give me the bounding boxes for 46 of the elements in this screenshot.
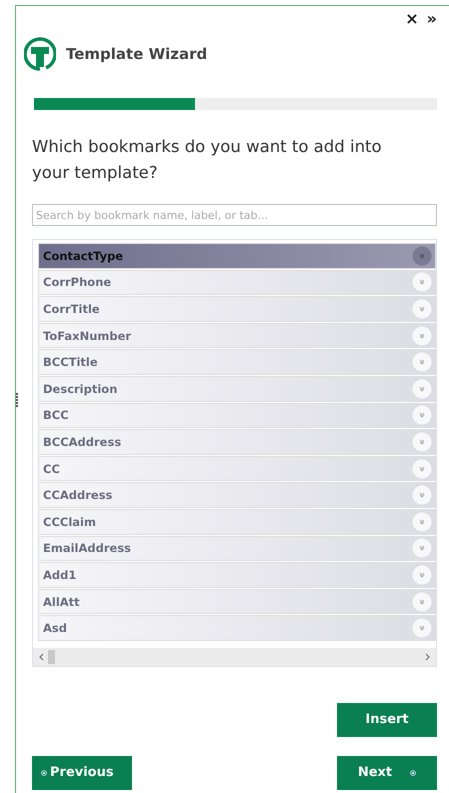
expand-icon[interactable] xyxy=(412,618,432,638)
bookmark-row[interactable]: Asd xyxy=(38,615,436,641)
close-button[interactable]: × xyxy=(405,10,419,28)
bookmark-row[interactable]: CorrTitle xyxy=(38,296,436,322)
bookmark-row[interactable]: BCC xyxy=(38,402,436,428)
scroll-right-icon[interactable] xyxy=(425,652,430,661)
bookmark-row[interactable]: CCAddress xyxy=(38,482,436,508)
search-field[interactable]: Search by bookmark name, label, or tab... xyxy=(32,204,437,226)
expand-icon[interactable] xyxy=(412,458,432,479)
horizontal-scrollbar[interactable] xyxy=(33,648,436,666)
expand-icon[interactable] xyxy=(412,378,432,399)
bookmark-row[interactable]: BCCTitle xyxy=(38,349,436,375)
expand-icon[interactable] xyxy=(412,564,432,585)
question-heading: Which bookmarks do you want to add into your template? xyxy=(32,136,383,184)
scroll-left-icon[interactable] xyxy=(39,652,44,661)
wizard-title: Template Wizard xyxy=(66,45,208,63)
bookmark-row[interactable]: ContactType xyxy=(38,243,436,269)
expand-icon[interactable] xyxy=(412,512,432,532)
bookmark-row[interactable]: CC xyxy=(38,456,436,482)
expand-icon[interactable] xyxy=(412,485,432,506)
next-button[interactable]: Next xyxy=(337,756,437,790)
radio-dot-icon xyxy=(41,770,47,776)
expand-icon[interactable] xyxy=(412,298,432,319)
logo-icon xyxy=(24,36,56,72)
expand-icon[interactable] xyxy=(412,432,432,452)
bookmark-row[interactable]: Description xyxy=(38,376,436,402)
expand-icon[interactable] xyxy=(412,352,432,372)
radio-dot-icon xyxy=(410,770,416,776)
bookmark-row[interactable]: CCClaim xyxy=(38,508,436,535)
insert-button[interactable]: Insert xyxy=(337,702,437,737)
bookmark-row[interactable]: CorrPhone xyxy=(38,270,436,296)
bookmark-row[interactable]: BCCAddress xyxy=(38,429,436,455)
drag-handle-icon[interactable] xyxy=(16,393,19,407)
expand-icon[interactable] xyxy=(412,272,432,292)
bookmark-row[interactable]: EmailAddress xyxy=(38,536,436,562)
bookmark-row[interactable]: ToFaxNumber xyxy=(38,322,436,348)
scrollbar-thumb[interactable] xyxy=(48,650,55,664)
expand-icon[interactable] xyxy=(412,592,432,612)
expand-icon[interactable] xyxy=(412,246,432,266)
expand-icon[interactable] xyxy=(412,538,432,558)
bookmark-row[interactable]: AllAtt xyxy=(38,588,436,614)
previous-button[interactable]: Previous xyxy=(32,756,132,790)
expand-icon[interactable] xyxy=(412,326,432,346)
expand-icon[interactable] xyxy=(412,405,432,426)
collapse-button[interactable]: » xyxy=(426,10,437,28)
bookmark-row[interactable]: Add1 xyxy=(38,562,436,588)
